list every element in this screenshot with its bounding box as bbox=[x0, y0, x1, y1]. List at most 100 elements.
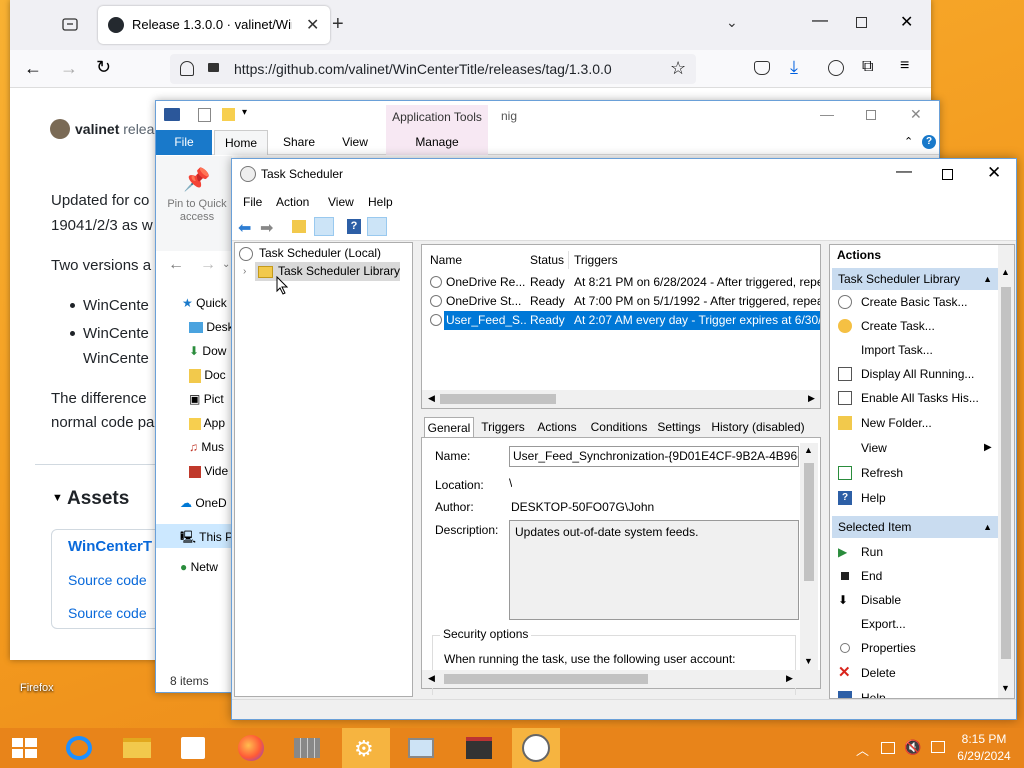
tab-settings[interactable]: Settings bbox=[656, 417, 702, 437]
pin-icon[interactable]: 📌 bbox=[183, 167, 210, 193]
action-refresh[interactable]: Refresh bbox=[830, 461, 998, 485]
terminal-icon[interactable] bbox=[456, 728, 504, 768]
url-text[interactable]: https://github.com/valinet/WinCenterTitl… bbox=[234, 61, 612, 77]
close-icon[interactable]: ✕ bbox=[910, 106, 922, 123]
tab-file[interactable]: File bbox=[156, 130, 212, 155]
caret-down-icon[interactable]: ▼ bbox=[52, 492, 63, 504]
clock-time[interactable]: 8:15 PM bbox=[950, 732, 1018, 746]
desktop-icon-label[interactable]: Firefox bbox=[20, 682, 54, 694]
scroll-right-icon[interactable]: ▶ bbox=[786, 673, 793, 684]
nav-onedrive[interactable]: ☁ OneD bbox=[180, 496, 227, 510]
minimize-icon[interactable]: — bbox=[896, 163, 912, 181]
chevron-up-icon[interactable]: ⌃ bbox=[904, 135, 913, 148]
reload-icon[interactable]: ↻ bbox=[96, 57, 111, 78]
action-help-selected[interactable]: Help bbox=[830, 686, 998, 698]
close-icon[interactable]: ✕ bbox=[900, 12, 913, 32]
action-disable[interactable]: ⬇ Disable bbox=[830, 588, 998, 612]
nav-desktop[interactable]: Desk bbox=[189, 320, 234, 334]
action-help[interactable]: ? Help bbox=[830, 486, 998, 510]
folder-icon[interactable] bbox=[222, 108, 235, 121]
firewall-icon[interactable] bbox=[284, 728, 332, 768]
tab-share[interactable]: Share bbox=[274, 130, 324, 155]
action-create-basic-task[interactable]: Create Basic Task... bbox=[830, 290, 998, 314]
chevron-down-icon[interactable]: ⌄ bbox=[726, 14, 738, 31]
forward-icon[interactable]: → bbox=[200, 256, 216, 274]
scroll-up-icon[interactable]: ▲ bbox=[1001, 267, 1010, 277]
clock-date[interactable]: 6/29/2024 bbox=[950, 749, 1018, 763]
account-icon[interactable] bbox=[828, 60, 844, 76]
performance-monitor-icon[interactable] bbox=[398, 728, 446, 768]
browser-tab[interactable]: Release 1.3.0.0 · valinet/WinCenterTitle… bbox=[98, 6, 330, 44]
description-field[interactable]: Updates out-of-date system feeds. bbox=[509, 520, 799, 620]
back-icon[interactable]: ← bbox=[168, 256, 184, 274]
close-icon[interactable]: ✕ bbox=[987, 163, 1001, 183]
action-delete[interactable]: ✕ Delete bbox=[830, 661, 998, 685]
vertical-scrollbar[interactable]: ▲ ▼ bbox=[800, 443, 818, 670]
back-icon[interactable]: ← bbox=[24, 58, 42, 79]
action-display-all-running[interactable]: Display All Running... bbox=[830, 362, 998, 386]
collapse-icon[interactable]: ▲ bbox=[983, 268, 992, 290]
volume-muted-icon[interactable]: 🔇 bbox=[904, 739, 921, 756]
shield-icon[interactable] bbox=[180, 61, 194, 76]
minimize-icon[interactable]: — bbox=[812, 12, 828, 30]
recent-locations-icon[interactable]: ⌄ bbox=[222, 259, 230, 270]
action-properties[interactable]: Properties bbox=[830, 636, 998, 660]
pocket-icon[interactable] bbox=[754, 61, 770, 75]
chevron-up-icon[interactable]: ︿ bbox=[856, 740, 869, 759]
tab-general[interactable]: General bbox=[424, 417, 474, 437]
action-create-task[interactable]: Create Task... bbox=[830, 314, 998, 338]
settings-icon[interactable]: ⚙ bbox=[342, 728, 390, 768]
nav-quick-access[interactable]: ★ Quick bbox=[182, 296, 227, 310]
tab-list-icon[interactable] bbox=[62, 16, 78, 32]
column-status[interactable]: Status bbox=[530, 251, 564, 270]
minimize-icon[interactable]: — bbox=[820, 106, 834, 122]
tab-triggers[interactable]: Triggers bbox=[478, 417, 528, 437]
task-scheduler-taskbar-icon[interactable] bbox=[512, 728, 560, 768]
menu-icon[interactable]: ≡ bbox=[900, 57, 909, 75]
lock-icon[interactable] bbox=[208, 63, 219, 72]
firefox-icon[interactable] bbox=[228, 728, 276, 768]
action-export[interactable]: Export... bbox=[830, 612, 998, 636]
tab-view[interactable]: View bbox=[330, 130, 380, 155]
scroll-right-icon[interactable]: ▶ bbox=[808, 393, 815, 404]
nav-apps[interactable]: App bbox=[189, 416, 225, 430]
nav-videos[interactable]: Vide bbox=[189, 464, 228, 478]
new-tab-icon[interactable]: + bbox=[332, 13, 344, 36]
menu-view[interactable]: View bbox=[328, 193, 354, 211]
action-center-icon[interactable] bbox=[931, 741, 945, 753]
help-icon[interactable]: ? bbox=[347, 219, 361, 234]
author-link[interactable]: valinet bbox=[75, 121, 119, 137]
menu-file[interactable]: File bbox=[243, 193, 262, 211]
internet-explorer-icon[interactable] bbox=[56, 728, 104, 768]
action-view[interactable]: View ▶ bbox=[830, 436, 998, 460]
section-selected-item[interactable]: Selected Item ▲ bbox=[832, 516, 998, 538]
scroll-up-icon[interactable]: ▲ bbox=[804, 445, 813, 455]
show-hide-console-tree-icon[interactable] bbox=[314, 217, 334, 236]
scrollbar-thumb[interactable] bbox=[1001, 287, 1011, 659]
menu-help[interactable]: Help bbox=[368, 193, 393, 211]
start-button[interactable] bbox=[0, 728, 48, 768]
scroll-left-icon[interactable]: ◀ bbox=[428, 393, 435, 404]
table-row[interactable]: OneDrive St... Ready At 7:00 PM on 5/1/1… bbox=[422, 292, 820, 311]
horizontal-scrollbar[interactable]: ◀ ▶ bbox=[422, 670, 820, 688]
column-triggers[interactable]: Triggers bbox=[574, 251, 618, 270]
help-icon[interactable]: ? bbox=[922, 135, 936, 149]
store-icon[interactable] bbox=[170, 728, 218, 768]
up-folder-icon[interactable] bbox=[292, 220, 306, 233]
asset-link[interactable]: Source code bbox=[68, 572, 147, 588]
action-enable-all-tasks-history[interactable]: Enable All Tasks His... bbox=[830, 386, 998, 410]
maximize-icon[interactable] bbox=[942, 169, 953, 180]
table-row-selected[interactable]: User_Feed_S... Ready At 2:07 AM every da… bbox=[422, 311, 820, 330]
nav-downloads[interactable]: ⬇ Dow bbox=[189, 344, 226, 358]
nav-music[interactable]: ♫ Mus bbox=[189, 440, 224, 454]
section-task-library[interactable]: Task Scheduler Library ▲ bbox=[832, 268, 998, 290]
maximize-icon[interactable] bbox=[866, 110, 876, 120]
nav-this-pc[interactable]: 🖳 This P bbox=[180, 528, 233, 549]
table-row[interactable]: OneDrive Re... Ready At 8:21 PM on 6/28/… bbox=[422, 273, 820, 292]
tab-manage[interactable]: Manage bbox=[386, 130, 488, 155]
scrollbar-thumb[interactable] bbox=[440, 394, 556, 404]
action-new-folder[interactable]: New Folder... bbox=[830, 411, 998, 435]
scroll-down-icon[interactable]: ▼ bbox=[1001, 683, 1010, 693]
nav-documents[interactable]: Doc bbox=[189, 368, 226, 383]
quick-access-dropdown-icon[interactable]: ▾ bbox=[242, 107, 247, 118]
